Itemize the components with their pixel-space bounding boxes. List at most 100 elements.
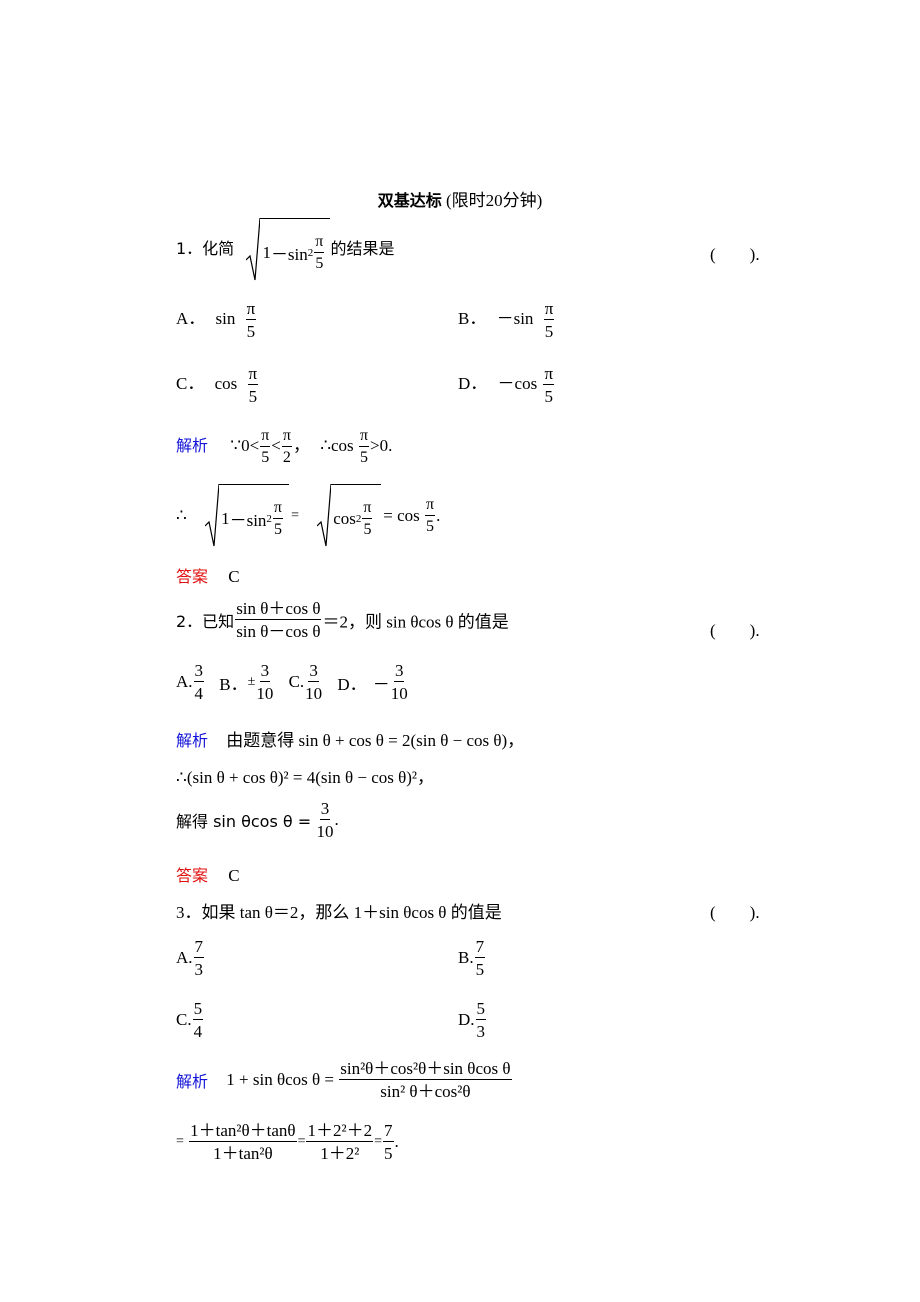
question-1-stem: 1．化简 1 －sin 2 π 5 的结果是 <box>176 218 394 282</box>
fraction-given: sin θ＋cos θ sin θ－cos θ <box>235 600 322 641</box>
frac-num: 5 <box>475 999 487 1020</box>
option-A: A． sin π5 <box>176 300 257 340</box>
frac-num: 3 <box>308 661 319 682</box>
equals: = <box>297 1134 306 1149</box>
text-zero-lt: 0< <box>241 435 260 455</box>
frac-num: π <box>314 233 325 253</box>
expr-minus-sin: －sin <box>270 245 308 264</box>
q1-analysis-line-1: 解析 ∵0< π 5 < π 2， ∴cos π 5 >0. <box>176 428 392 466</box>
question-2-stem: 2．已知 sin θ＋cos θ sin θ－cos θ ＝2，则 sin θcos … <box>176 600 509 640</box>
q2-analysis-line-2: ∴(sin θ + cos θ)² = 4(sin θ − cos θ)²， <box>176 763 434 788</box>
frac-num: 3 <box>259 661 271 682</box>
answer-blank: ( ). <box>710 245 760 264</box>
therefore-symbol: ∴ <box>176 768 187 787</box>
q2-answer: 答案 C <box>176 862 240 886</box>
period: . <box>436 506 441 525</box>
radical-sign-icon <box>205 484 220 548</box>
fraction-numeric: 1＋2²＋2 1＋2² <box>306 1122 374 1163</box>
answer-label: 答案 <box>176 866 209 885</box>
q2-analysis-line-1: 解析 由题意得 sin θ + cos θ = 2(sin θ − cos θ)… <box>176 726 524 751</box>
frac-den: 5 <box>363 520 372 538</box>
frac-num: sin²θ＋cos²θ＋sin θcos θ <box>339 1059 512 1080</box>
frac-num: 3 <box>393 661 405 682</box>
option-sign: ± <box>247 674 256 689</box>
fraction-pi-5: π5 <box>272 499 283 538</box>
answer-label: 答案 <box>176 567 209 586</box>
option-letter: C． <box>176 373 205 393</box>
frac-den: 5 <box>273 520 282 538</box>
fraction-pi-5: π5 <box>424 497 436 535</box>
fraction-pi-5: π5 <box>358 428 370 466</box>
equals-cos: = cos <box>383 506 420 525</box>
because-symbol: ∵ <box>230 435 242 455</box>
question-2-suffix: ＝2，则 sin θcos θ 的值是 <box>322 612 509 632</box>
equals: = <box>291 508 299 523</box>
option-D: D． －cos π5 <box>458 365 555 405</box>
frac-num: π <box>247 364 259 385</box>
q1-answer: 答案 C <box>176 563 240 587</box>
frac-den: 5 <box>261 449 270 466</box>
question-3-text: 3．如果 tan θ＝2，那么 1＋sin θcos θ 的值是 <box>176 903 502 922</box>
option-prefix: －sin <box>496 308 534 328</box>
option-C: C． cos π5 <box>176 365 259 405</box>
option-prefix: cos <box>214 373 238 393</box>
result-fraction: 3 10 <box>316 800 333 840</box>
radical-sign-icon <box>246 218 261 282</box>
text-gt-zero: >0. <box>370 435 393 455</box>
equals: = <box>176 1134 184 1149</box>
title-time-limit: (限时20分钟) <box>441 191 543 210</box>
analysis-text: (sin θ + cos θ)² = 4(sin θ − cos θ)²， <box>186 768 435 787</box>
frac-den: 10 <box>390 684 408 703</box>
frac-den: 10 <box>316 822 334 841</box>
period: . <box>334 810 339 829</box>
frac-den: sin θ－cos θ <box>236 622 321 641</box>
frac-num: π <box>281 428 292 447</box>
option-letter: D． <box>458 373 488 393</box>
frac-den: 10 <box>305 684 323 703</box>
q2-analysis-line-3: 解得 sin θcos θ = 3 10. <box>176 800 339 840</box>
option-letter: B． <box>458 308 487 328</box>
text-cos: cos <box>331 435 354 455</box>
equals: = <box>374 1134 382 1149</box>
question-2-number: 2．已知 <box>176 612 235 631</box>
frac-num: 7 <box>193 937 205 958</box>
expr-one: 1 <box>221 508 230 528</box>
frac-num: π <box>424 497 436 516</box>
therefore-symbol: ∴ <box>176 506 187 525</box>
option-prefix: sin <box>215 308 236 328</box>
option-sign: － <box>372 674 390 694</box>
frac-num: 7 <box>474 937 486 958</box>
frac-den: 5 <box>246 322 256 341</box>
option-fraction: 3 10 <box>305 662 322 702</box>
frac-den: 2 <box>282 449 291 466</box>
text-lt: < <box>271 435 281 455</box>
option-letter: A. <box>176 948 193 967</box>
period: . <box>394 1132 399 1151</box>
question-2-options: A. 3 4 B．± 3 10 C. 3 10 D．－ 3 10 <box>176 662 409 702</box>
option-fraction: π5 <box>543 365 555 405</box>
frac-den: 5 <box>315 254 324 272</box>
question-1-number: 1．化简 <box>176 238 235 258</box>
radical-sign-icon <box>317 484 332 548</box>
frac-num: 3 <box>193 661 205 682</box>
option-fraction: 73 <box>193 937 205 978</box>
frac-den: sin² θ＋cos²θ <box>380 1082 471 1101</box>
option-C: C. 5 4 <box>176 1000 204 1040</box>
option-A: A. 7 3 <box>176 938 205 978</box>
frac-den: 10 <box>256 684 274 703</box>
frac-den: 5 <box>426 518 435 535</box>
option-fraction: π5 <box>247 364 259 405</box>
frac-den: 4 <box>193 1022 203 1041</box>
answer-value: C <box>228 567 240 586</box>
frac-den: 4 <box>194 684 204 703</box>
frac-num: 5 <box>192 999 204 1020</box>
option-B: B. 7 5 <box>458 938 486 978</box>
option-letter: D. <box>458 1010 475 1029</box>
option-fraction: 3 10 <box>256 662 273 702</box>
frac-den: 3 <box>476 1022 486 1041</box>
sqrt-expression: 1 －sin 2 π 5 <box>246 218 331 282</box>
option-letter: C. <box>288 672 305 691</box>
sqrt-expression: cos 2 π 5 <box>317 484 382 548</box>
frac-den: 1＋2² <box>320 1144 360 1163</box>
answer-blank: ( ). <box>710 621 760 640</box>
